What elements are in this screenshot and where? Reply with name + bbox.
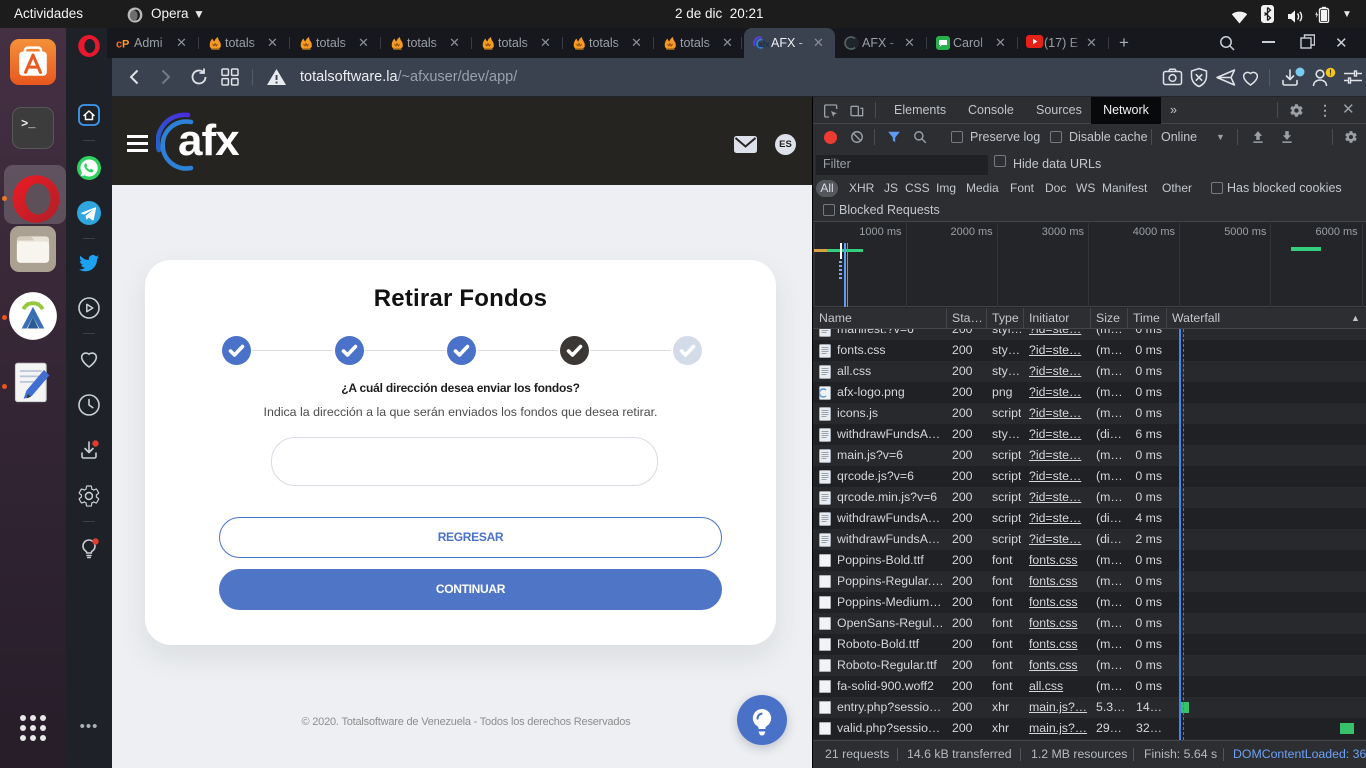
svg-text:afx: afx xyxy=(758,40,770,49)
svg-text:!: ! xyxy=(1329,69,1332,78)
svg-text:afx: afx xyxy=(178,116,240,165)
svg-text:P: P xyxy=(122,39,129,51)
